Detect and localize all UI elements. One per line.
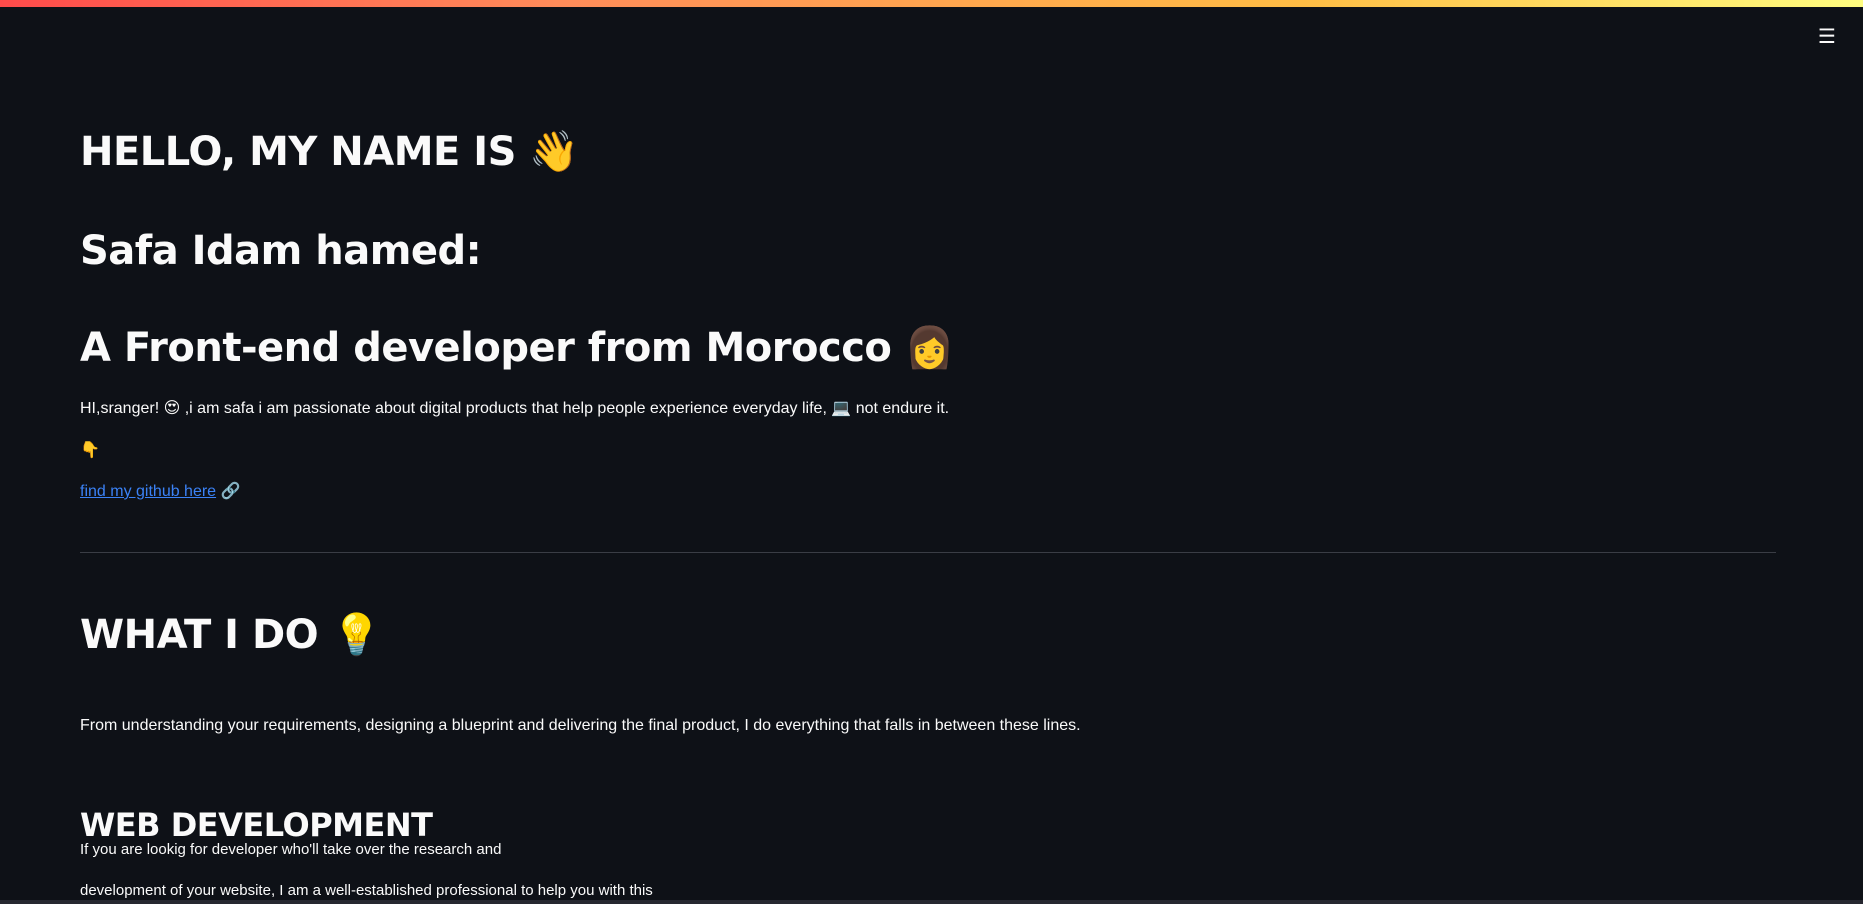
woman-icon: 👩 (904, 325, 955, 371)
role-heading: A Front-end developer from Morocco 👩 (80, 321, 955, 375)
main-menu-button[interactable]: ☰ (1813, 24, 1841, 48)
web-development-text-line-2: development of your website, I am a well… (80, 882, 653, 899)
intro-text-mid: ,i am safa i am passionate about digital… (180, 400, 832, 417)
waving-hand-icon: 👋 (529, 129, 579, 175)
light-bulb-icon: 💡 (331, 612, 382, 658)
top-decoration-bar (0, 0, 1863, 7)
github-link[interactable]: find my github here (80, 483, 216, 500)
what-i-do-description: From understanding your requirements, de… (80, 717, 1081, 734)
what-i-do-title: WHAT I DO (80, 612, 319, 658)
laptop-icon: 💻 (831, 398, 852, 417)
pointing-down-emoji: 👇 (80, 440, 100, 459)
github-link-line: find my github here 🔗 (80, 479, 240, 504)
greeting-text: HELLO, MY NAME IS (80, 129, 516, 175)
section-divider (80, 552, 1776, 553)
hamburger-menu-icon: ☰ (1818, 25, 1836, 48)
role-text: A Front-end developer from Morocco (80, 325, 892, 371)
name-heading: Safa Idam hamed: (80, 228, 482, 274)
web-development-text-line-1: If you are lookig for developer who'll t… (80, 841, 502, 858)
intro-text-end: not endure it. (851, 400, 950, 417)
intro-paragraph: HI,sranger! 😍 ,i am safa i am passionate… (80, 396, 949, 421)
intro-text-start: HI,sranger! (80, 400, 164, 417)
bottom-scrollbar-track (0, 900, 1863, 904)
what-i-do-heading: WHAT I DO 💡 (80, 608, 381, 662)
greeting-heading: HELLO, MY NAME IS 👋 (80, 125, 579, 179)
heart-eyes-icon: 😍 (163, 398, 181, 417)
link-icon: 🔗 (220, 481, 241, 500)
pointing-down-icon: 👇 (80, 438, 100, 463)
